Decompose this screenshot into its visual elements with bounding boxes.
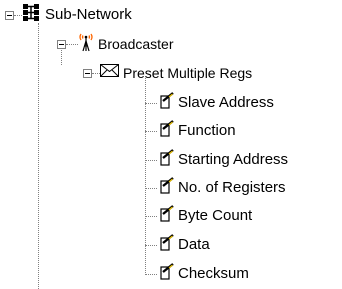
tree-node-label: Sub-Network (45, 6, 132, 23)
tree-node-byte-count[interactable]: Byte Count (160, 205, 253, 227)
tree-connector (92, 73, 100, 74)
tree-view: Sub-Network Broadcaster Preset Multiple … (0, 0, 342, 289)
tree-node-checksum[interactable]: Checksum (160, 263, 249, 285)
tree-connector (145, 274, 157, 275)
tree-node-sub-network[interactable]: Sub-Network (22, 3, 132, 27)
tree-node-label: Broadcaster (98, 36, 174, 52)
tree-connector (145, 103, 157, 104)
tree-connector (145, 216, 157, 217)
tree-node-broadcaster[interactable]: Broadcaster (78, 33, 174, 54)
field-pencil-icon (160, 120, 174, 142)
tree-node-label: Starting Address (178, 151, 289, 168)
network-nodes-icon (22, 3, 41, 27)
tree-connector (66, 44, 78, 45)
tree-connector (14, 15, 22, 16)
field-pencil-icon (160, 205, 174, 227)
collapse-toggle-sub-network[interactable] (5, 11, 14, 20)
tree-node-starting-address[interactable]: Starting Address (160, 149, 289, 171)
field-pencil-icon (160, 263, 174, 285)
tree-connector (145, 160, 157, 161)
tree-node-preset-multiple-regs[interactable]: Preset Multiple Regs (100, 63, 252, 83)
tree-node-label: Checksum (178, 265, 249, 282)
tree-node-data[interactable]: Data (160, 234, 210, 256)
tree-node-label: Data (178, 236, 210, 253)
field-pencil-icon (160, 234, 174, 256)
tree-node-label: Preset Multiple Regs (123, 65, 253, 81)
tree-node-label: Function (178, 122, 236, 139)
tree-node-label: Slave Address (178, 94, 274, 111)
tree-node-no-of-registers[interactable]: No. of Registers (160, 177, 286, 199)
tree-connector (145, 131, 157, 132)
tree-node-slave-address[interactable]: Slave Address (160, 92, 274, 114)
tree-connector (38, 23, 39, 289)
tree-connector (145, 188, 157, 189)
tree-connector (61, 47, 62, 65)
field-pencil-icon (160, 177, 174, 199)
tree-node-label: No. of Registers (178, 179, 286, 196)
field-pencil-icon (160, 92, 174, 114)
antenna-broadcast-icon (78, 31, 94, 58)
tree-node-function[interactable]: Function (160, 120, 236, 142)
collapse-toggle-preset-multiple-regs[interactable] (83, 69, 92, 78)
collapse-toggle-broadcaster[interactable] (57, 40, 66, 49)
tree-node-label: Byte Count (178, 207, 253, 224)
field-pencil-icon (160, 149, 174, 171)
envelope-icon (100, 64, 119, 82)
tree-connector (145, 245, 157, 246)
